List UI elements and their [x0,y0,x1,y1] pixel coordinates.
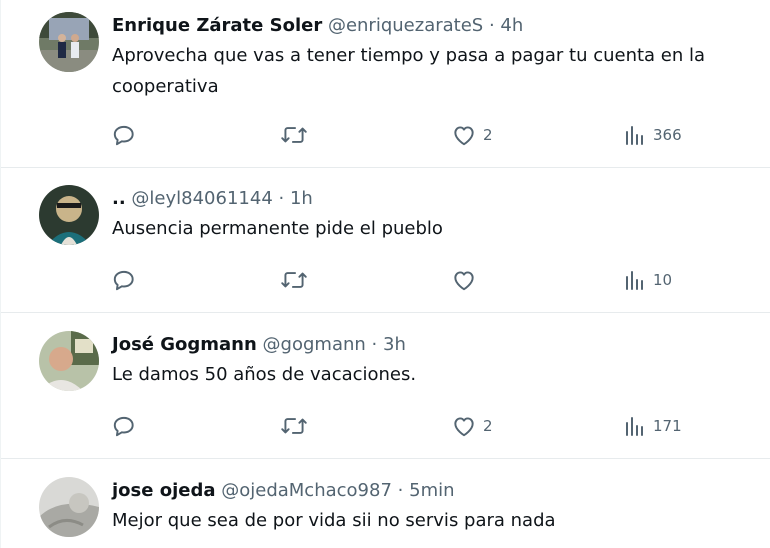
tweet-text: Le damos 50 años de vacaciones. [112,359,759,390]
timestamp[interactable]: 3h [383,334,406,355]
author-handle[interactable]: @enriquezarateS [328,15,483,36]
retweet-button[interactable] [279,265,309,295]
reply-timeline: Enrique Zárate Soler @enriquezarateS · 4… [0,0,770,548]
tweet-body: José Gogmann @gogmann · 3h Le damos 50 a… [112,333,759,390]
author-name[interactable]: José Gogmann [112,334,257,355]
author-name[interactable]: Enrique Zárate Soler [112,15,322,36]
author-handle[interactable]: @ojedaMchaco987 [221,480,392,501]
retweet-button[interactable] [279,411,309,441]
views-count: 366 [653,126,682,144]
author-handle[interactable]: @leyl84061144 [131,188,272,209]
reply-icon [113,270,134,291]
avatar[interactable] [39,12,99,72]
tweet[interactable]: José Gogmann @gogmann · 3h Le damos 50 a… [1,313,770,459]
views-icon [626,417,643,436]
reply-icon [113,125,134,146]
tweet-body: .. @leyl84061144 · 1h Ausencia permanent… [112,187,759,244]
views-count: 171 [653,417,682,435]
tweet-header: jose ojeda @ojedaMchaco987 · 5min [112,479,759,503]
like-count: 2 [483,417,493,435]
tweet-text: Ausencia permanente pide el pueblo [112,213,759,244]
tweet-header: Enrique Zárate Soler @enriquezarateS · 4… [112,14,759,38]
heart-icon [454,271,474,291]
views-button[interactable]: 171 [623,411,682,441]
avatar[interactable] [39,477,99,537]
heart-icon [454,126,474,146]
tweet[interactable]: .. @leyl84061144 · 1h Ausencia permanent… [1,168,770,313]
tweet[interactable]: jose ojeda @ojedaMchaco987 · 5min Mejor … [1,459,770,548]
timestamp[interactable]: 4h [500,15,523,36]
like-button[interactable]: 2 [451,120,493,150]
retweet-icon [281,418,307,434]
views-button[interactable]: 10 [623,265,672,295]
like-button[interactable] [451,265,477,295]
reply-icon [113,416,134,437]
action-bar: 10 [1,265,770,295]
reply-button[interactable] [111,120,137,150]
views-count: 10 [653,271,673,289]
separator-dot: · [278,188,285,209]
like-count: 2 [483,126,493,144]
timestamp[interactable]: 5min [409,480,454,501]
action-bar: 2 366 [1,120,770,150]
views-button[interactable]: 366 [623,120,682,150]
views-icon [626,271,643,290]
retweet-button[interactable] [279,120,309,150]
timestamp[interactable]: 1h [290,188,313,209]
separator-dot: · [488,15,495,36]
tweet-text: Mejor que sea de por vida sii no servis … [112,505,759,536]
reply-button[interactable] [111,411,137,441]
separator-dot: · [397,480,404,501]
tweet-text-line: cooperativa [112,76,219,97]
author-handle[interactable]: @gogmann [263,334,366,355]
reply-button[interactable] [111,265,137,295]
author-name[interactable]: .. [112,188,126,209]
tweet-header: .. @leyl84061144 · 1h [112,187,759,211]
separator-dot: · [371,334,378,355]
author-name[interactable]: jose ojeda [112,480,216,501]
retweet-icon [281,272,307,288]
avatar[interactable] [39,185,99,245]
tweet-text-line: Aprovecha que vas a tener tiempo y pasa … [112,45,706,66]
tweet-body: jose ojeda @ojedaMchaco987 · 5min Mejor … [112,479,759,536]
tweet[interactable]: Enrique Zárate Soler @enriquezarateS · 4… [1,0,770,168]
views-icon [626,126,643,145]
tweet-body: Enrique Zárate Soler @enriquezarateS · 4… [112,14,759,102]
action-bar: 2 171 [1,411,770,441]
tweet-header: José Gogmann @gogmann · 3h [112,333,759,357]
tweet-text-line: Ausencia permanente pide el pueblo [112,218,443,239]
like-button[interactable]: 2 [451,411,493,441]
tweet-text: Aprovecha que vas a tener tiempo y pasa … [112,40,759,102]
avatar[interactable] [39,331,99,391]
heart-icon [454,417,474,437]
retweet-icon [281,127,307,143]
tweet-text-line: Le damos 50 años de vacaciones. [112,364,417,385]
tweet-text-line: Mejor que sea de por vida sii no servis … [112,510,556,531]
